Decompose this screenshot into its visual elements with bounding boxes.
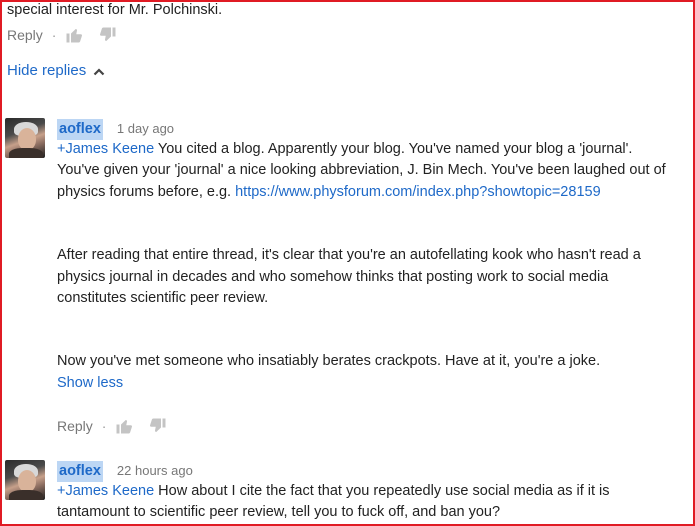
avatar[interactable] xyxy=(5,460,45,500)
comment-timestamp[interactable]: 22 hours ago xyxy=(117,460,193,481)
comment-timestamp[interactable]: 1 day ago xyxy=(117,118,174,139)
separator-dot: · xyxy=(51,27,57,43)
comment-paragraph: Now you've met someone who insatiably be… xyxy=(57,353,601,370)
comment-header: aoflex 1 day ago xyxy=(57,118,667,141)
previous-comment-tail: special interest for Mr. Polchinski. xyxy=(7,2,223,18)
hide-replies-button[interactable]: Hide replies xyxy=(7,62,105,79)
comment-body: aoflex 22 hours ago +James Keene How abo… xyxy=(57,460,667,524)
comment-body: aoflex 1 day ago +James Keene You cited … xyxy=(57,118,667,394)
previous-comment-actions: Reply · xyxy=(7,25,132,45)
author-name[interactable]: aoflex xyxy=(57,461,103,483)
comment-paragraph: After reading that entire thread, it's c… xyxy=(57,247,641,307)
comment-actions: Reply · xyxy=(57,416,182,436)
reply-button[interactable]: Reply xyxy=(57,418,93,434)
thumbs-up-icon[interactable] xyxy=(114,416,134,436)
comment-header: aoflex 22 hours ago xyxy=(57,460,667,483)
comment-paragraph: +James Keene How about I cite the fact t… xyxy=(57,481,667,524)
hide-replies-label: Hide replies xyxy=(7,62,87,79)
mention-link[interactable]: +James Keene xyxy=(57,141,154,157)
author-name[interactable]: aoflex xyxy=(57,119,103,141)
thumbs-down-icon[interactable] xyxy=(98,25,118,45)
reply-button[interactable]: Reply xyxy=(7,27,43,43)
separator-dot: · xyxy=(101,418,107,434)
external-link[interactable]: https://www.physforum.com/index.php?show… xyxy=(235,184,601,200)
show-less-button[interactable]: Show less xyxy=(57,373,667,394)
mention-link[interactable]: +James Keene xyxy=(57,483,154,499)
chevron-up-icon xyxy=(93,65,105,77)
avatar[interactable] xyxy=(5,118,45,158)
thumbs-up-icon[interactable] xyxy=(64,25,84,45)
comment-paragraph: +James Keene You cited a blog. Apparentl… xyxy=(57,139,667,203)
thumbs-down-icon[interactable] xyxy=(148,416,168,436)
